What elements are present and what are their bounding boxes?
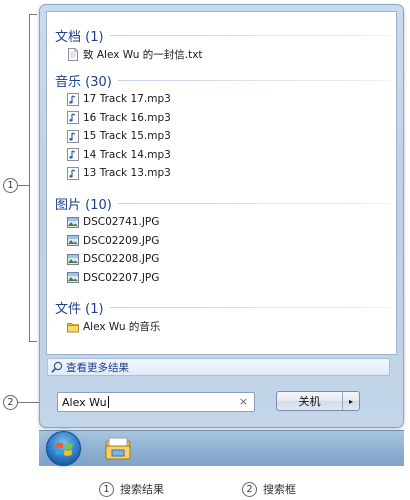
group-header-documents[interactable]: 文档 (1) bbox=[55, 25, 390, 45]
see-more-results-button[interactable]: 查看更多结果 bbox=[47, 358, 390, 376]
callout-1-marker: 1 bbox=[3, 178, 18, 193]
result-item[interactable]: 15 Track 15.mp3 bbox=[55, 127, 390, 146]
music-file-icon bbox=[67, 111, 79, 125]
music-file-icon bbox=[67, 92, 79, 106]
group-header-files[interactable]: 文件 (1) bbox=[55, 297, 390, 317]
result-item[interactable]: DSC02207.JPG bbox=[55, 269, 390, 288]
result-item[interactable]: 16 Track 16.mp3 bbox=[55, 109, 390, 128]
result-item-label: 致 Alex Wu 的一封信.txt bbox=[83, 48, 203, 61]
see-more-results-label: 查看更多结果 bbox=[66, 361, 129, 374]
legend-search-results: 1 搜索结果 bbox=[99, 481, 164, 497]
shutdown-button[interactable]: 关机 bbox=[277, 392, 343, 410]
image-file-icon bbox=[67, 234, 79, 247]
search-results-pane: 文档 (1) 致 Alex Wu 的一封信.txt 音乐 (30) 17 Tra… bbox=[46, 11, 397, 355]
group-header-pictures[interactable]: 图片 (10) bbox=[55, 193, 390, 213]
text-document-icon bbox=[67, 47, 79, 61]
result-item-label: DSC02208.JPG bbox=[83, 253, 160, 266]
music-file-icon bbox=[67, 129, 79, 143]
legend-label: 搜索框 bbox=[263, 483, 296, 496]
folder-icon bbox=[67, 320, 79, 333]
result-item[interactable]: 13 Track 13.mp3 bbox=[55, 164, 390, 183]
group-divider bbox=[109, 35, 390, 36]
group-title: 图片 (10) bbox=[55, 197, 112, 213]
results-group-pictures: 图片 (10) DSC02741.JPG DSC02209.JPG DSC022… bbox=[55, 193, 390, 287]
group-title: 文件 (1) bbox=[55, 301, 104, 317]
legend-marker: 1 bbox=[99, 481, 114, 497]
windows-explorer-icon[interactable] bbox=[103, 435, 133, 463]
text-caret bbox=[107, 396, 109, 408]
clear-search-icon[interactable]: × bbox=[239, 395, 248, 408]
result-item-label: DSC02207.JPG bbox=[83, 271, 160, 284]
group-divider bbox=[109, 307, 390, 308]
taskbar bbox=[39, 430, 404, 466]
shutdown-button-group: 关机 ▸ bbox=[276, 391, 360, 411]
group-title: 音乐 (30) bbox=[55, 74, 112, 90]
result-item-label: 14 Track 14.mp3 bbox=[83, 148, 171, 161]
result-item[interactable]: DSC02208.JPG bbox=[55, 250, 390, 269]
result-item-label: 15 Track 15.mp3 bbox=[83, 130, 171, 143]
image-file-icon bbox=[67, 271, 79, 284]
result-item[interactable]: Alex Wu 的音乐 bbox=[55, 317, 390, 336]
results-group-documents: 文档 (1) 致 Alex Wu 的一封信.txt bbox=[55, 25, 390, 64]
result-item[interactable]: 致 Alex Wu 的一封信.txt bbox=[55, 45, 390, 64]
group-title: 文档 (1) bbox=[55, 29, 104, 45]
callout-1-leader bbox=[17, 185, 29, 186]
group-divider bbox=[117, 203, 390, 204]
search-icon bbox=[51, 361, 63, 374]
music-file-icon bbox=[67, 148, 79, 162]
result-item[interactable]: DSC02209.JPG bbox=[55, 232, 390, 251]
callout-2-marker: 2 bbox=[3, 395, 18, 410]
group-divider bbox=[117, 80, 390, 81]
shutdown-options-arrow-icon[interactable]: ▸ bbox=[343, 392, 359, 410]
result-item[interactable]: 17 Track 17.mp3 bbox=[55, 90, 390, 109]
result-item-label: DSC02209.JPG bbox=[83, 234, 160, 247]
result-item-label: Alex Wu 的音乐 bbox=[83, 320, 161, 333]
result-item[interactable]: 14 Track 14.mp3 bbox=[55, 146, 390, 165]
results-group-music: 音乐 (30) 17 Track 17.mp3 16 Track 16.mp3 … bbox=[55, 70, 390, 183]
search-input-value: Alex Wu bbox=[62, 395, 107, 409]
windows-orb-icon[interactable] bbox=[46, 431, 81, 466]
legend-search-box: 2 搜索框 bbox=[242, 481, 296, 497]
legend-marker: 2 bbox=[242, 481, 257, 497]
search-input[interactable]: Alex Wu × bbox=[57, 392, 255, 412]
legend-label: 搜索结果 bbox=[120, 483, 164, 496]
music-file-icon bbox=[67, 166, 79, 180]
group-header-music[interactable]: 音乐 (30) bbox=[55, 70, 390, 90]
result-item-label: 17 Track 17.mp3 bbox=[83, 93, 171, 106]
result-item-label: 16 Track 16.mp3 bbox=[83, 111, 171, 124]
results-group-files: 文件 (1) Alex Wu 的音乐 bbox=[55, 297, 390, 336]
result-item-label: 13 Track 13.mp3 bbox=[83, 167, 171, 180]
results-callout-bracket bbox=[29, 14, 37, 342]
result-item-label: DSC02741.JPG bbox=[83, 216, 160, 229]
image-file-icon bbox=[67, 216, 79, 229]
result-item[interactable]: DSC02741.JPG bbox=[55, 213, 390, 232]
image-file-icon bbox=[67, 253, 79, 266]
